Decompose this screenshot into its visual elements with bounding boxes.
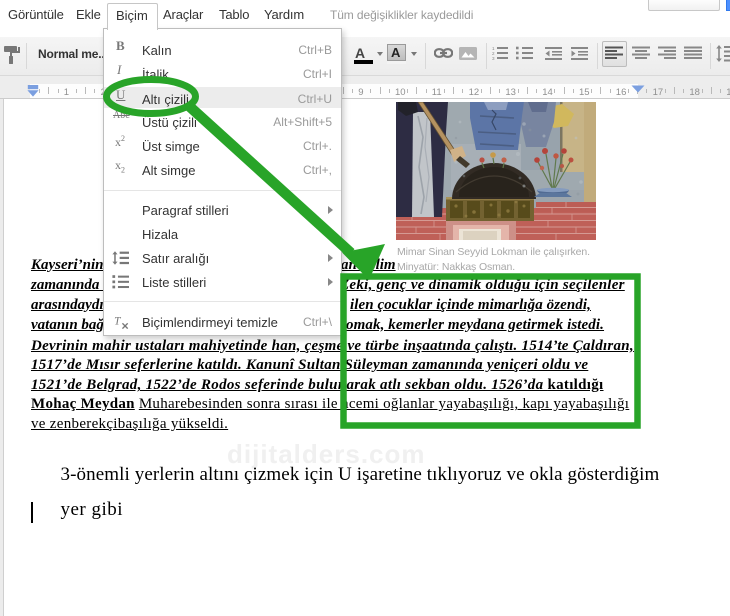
svg-text:T: T: [114, 316, 121, 328]
svg-text:3: 3: [492, 56, 495, 61]
